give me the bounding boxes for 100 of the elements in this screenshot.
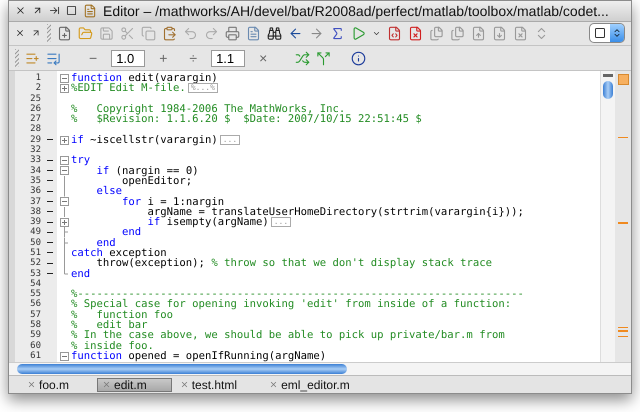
operator-label[interactable]: − [81, 50, 106, 66]
forward-icon[interactable] [309, 26, 324, 41]
info-icon[interactable] [351, 50, 366, 66]
line-number: 35 [29, 176, 41, 186]
breakpoint-marker[interactable] [47, 180, 53, 182]
open-folder-icon[interactable] [78, 26, 93, 41]
code-keyword: catch [71, 247, 103, 259]
breakpoint-marker[interactable] [47, 262, 53, 264]
line-number: 33 [29, 155, 41, 166]
set-breakpoint-icon[interactable] [387, 26, 402, 41]
cut-icon[interactable] [120, 26, 135, 41]
line-number: 52 [29, 258, 41, 268]
folded-code-marker[interactable]: %...% [188, 83, 218, 94]
folded-code-marker[interactable]: ... [220, 134, 240, 145]
code-text: openEditor; [122, 174, 192, 187]
undo-icon[interactable] [183, 26, 198, 41]
line-number: 2 [34, 83, 41, 94]
document-tab[interactable]: eml_editor.m [265, 378, 374, 392]
scroll-thumb[interactable] [603, 80, 613, 99]
expand-icon[interactable] [60, 218, 68, 227]
warning-marker[interactable] [618, 330, 628, 332]
document-tab[interactable]: test.html [176, 378, 262, 392]
code-comment: % Special case for opening invoking 'edit' from inside of a function: [71, 298, 512, 310]
line-number: 53 [29, 268, 41, 279]
line-number: 1 [34, 72, 41, 83]
code-keyword: end [96, 236, 116, 249]
paste-icon[interactable] [162, 26, 177, 41]
code-text: exception [109, 247, 167, 259]
number-field[interactable]: 1.0 [111, 50, 146, 66]
document-tab[interactable]: foo.m [23, 378, 94, 392]
number-field[interactable]: 1.1 [211, 50, 246, 66]
code-keyword: if [71, 134, 84, 146]
save-icon[interactable] [99, 26, 114, 41]
line-number: 58 [29, 320, 41, 330]
code-comment: % throw so that we don't display stack trace [211, 257, 492, 270]
collapse-icon[interactable] [60, 352, 68, 361]
insert-cell-icon[interactable] [25, 50, 40, 66]
document-icon[interactable] [83, 4, 97, 18]
layout-dropdown[interactable] [589, 23, 625, 44]
folded-code-marker[interactable]: ... [270, 217, 292, 228]
dock-icon[interactable] [49, 5, 60, 16]
breakpoint-marker[interactable] [47, 232, 53, 233]
code-comment: % function foo [71, 308, 174, 321]
breakpoint-marker[interactable] [47, 160, 53, 161]
document-tab[interactable]: edit.m [97, 378, 172, 392]
vertical-scrollbar[interactable] [600, 70, 615, 362]
breakpoint-marker[interactable] [47, 273, 53, 274]
window-layout-icon [594, 27, 606, 40]
breakpoint-marker[interactable] [47, 252, 53, 254]
code-keyword: if [96, 164, 110, 177]
page-setup-icon[interactable] [246, 26, 261, 41]
close-icon[interactable] [15, 28, 25, 38]
print-icon[interactable] [225, 26, 240, 41]
operator-label[interactable]: × [251, 50, 276, 66]
code-keyword: else [96, 185, 122, 198]
code-text: i = 1:nargin [146, 196, 224, 208]
collapse-icon[interactable] [60, 197, 68, 206]
clear-breakpoints-icon[interactable] [408, 26, 423, 41]
code-text: ~iscellstr(varargin) [89, 134, 218, 146]
expand-icon[interactable] [60, 84, 68, 94]
toolbar-grip[interactable] [47, 24, 51, 42]
new-file-icon[interactable] [57, 26, 72, 41]
function-icon[interactable] [330, 26, 345, 41]
warning-marker[interactable] [618, 336, 628, 338]
collapse-icon[interactable] [60, 166, 68, 176]
line-number: 51 [29, 248, 41, 258]
breakpoint-marker[interactable] [47, 211, 53, 212]
toolbar-grip[interactable] [15, 49, 19, 67]
back-icon[interactable] [288, 26, 303, 41]
breakpoint-marker[interactable] [47, 170, 53, 172]
code-comment: % Copyright 1984-2006 The MathWorks, Inc. [71, 102, 346, 115]
breakpoint-marker[interactable] [47, 242, 53, 244]
operator-label[interactable]: ÷ [181, 50, 206, 66]
operator-label[interactable]: + [151, 50, 176, 66]
breakpoint-marker[interactable] [47, 139, 53, 140]
code-text: (nargin == 0) [114, 164, 199, 177]
status-indicator [618, 74, 628, 85]
stepper-icon [612, 28, 622, 38]
warning-marker[interactable] [618, 326, 628, 328]
run-icon[interactable] [351, 26, 366, 41]
collapse-icon[interactable] [60, 74, 68, 83]
breakpoint-marker[interactable] [47, 222, 53, 223]
line-number: 49 [29, 227, 41, 238]
scroll-thumb[interactable] [17, 364, 347, 374]
close-icon[interactable] [15, 5, 26, 16]
evaluate-cell-icon[interactable] [46, 50, 61, 66]
undock-icon[interactable] [31, 28, 41, 38]
redo-icon[interactable] [204, 26, 219, 41]
maximize-icon[interactable] [66, 5, 77, 16]
collapse-icon[interactable] [60, 156, 68, 166]
expand-icon[interactable] [60, 136, 68, 145]
horizontal-scrollbar[interactable] [9, 362, 631, 376]
copy-icon[interactable] [141, 26, 156, 41]
warning-marker[interactable] [618, 136, 628, 138]
find-icon[interactable] [267, 26, 282, 41]
breakpoint-marker[interactable] [47, 190, 53, 192]
breakpoint-marker[interactable] [47, 201, 53, 202]
warning-marker[interactable] [618, 222, 628, 224]
line-number: 38 [29, 206, 41, 217]
code-keyword: for [121, 196, 142, 208]
